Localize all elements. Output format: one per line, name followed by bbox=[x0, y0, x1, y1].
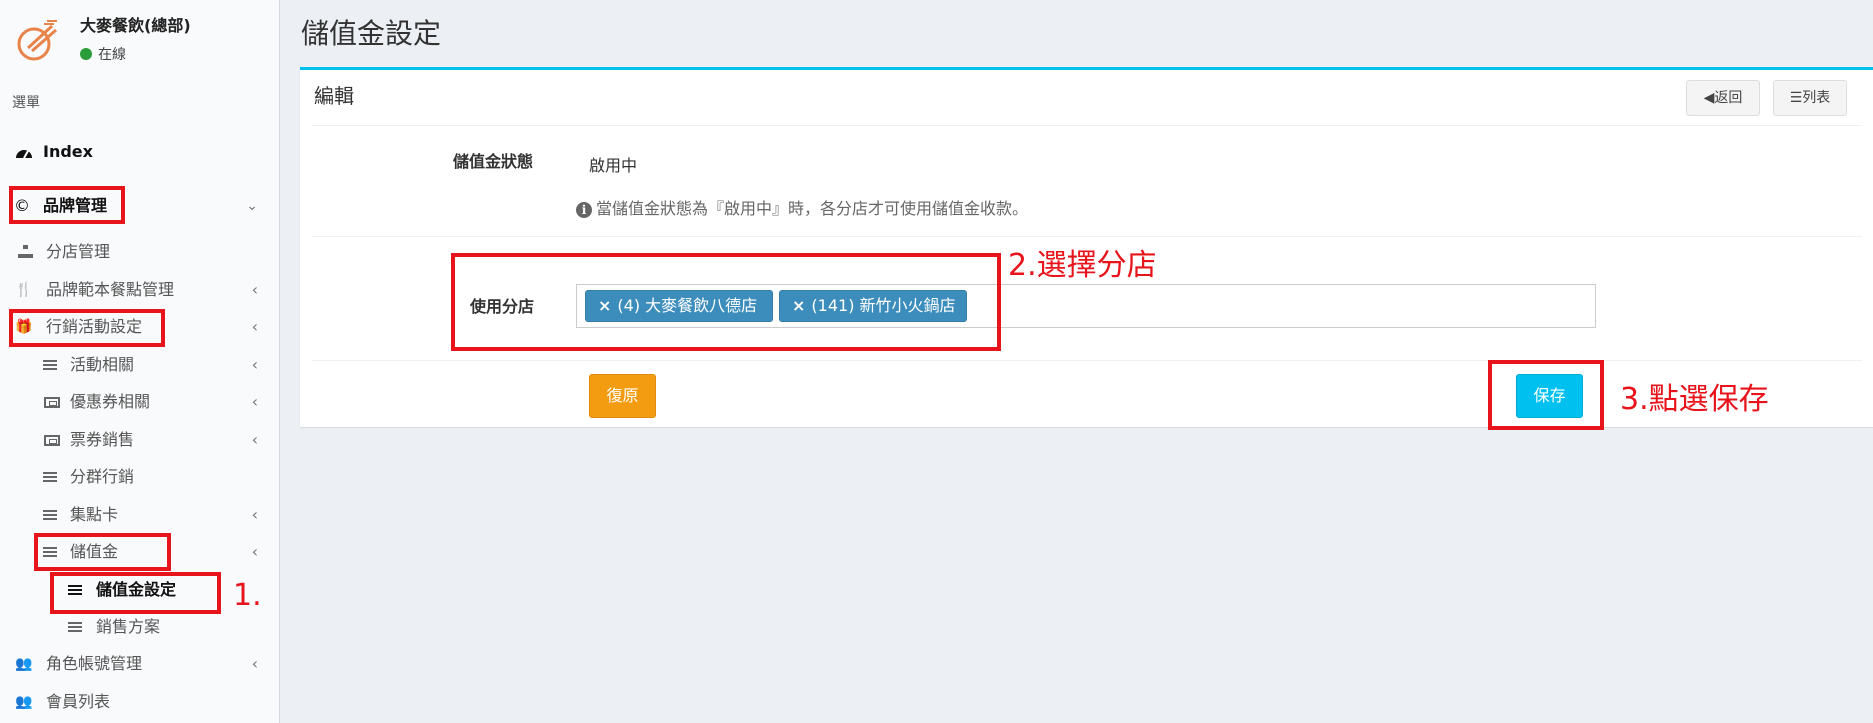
stores-label: 使用分店 bbox=[470, 297, 535, 316]
online-status-label: 在線 bbox=[98, 47, 126, 63]
sidebar-item-index[interactable]: Index bbox=[0, 134, 280, 170]
chevron-left-icon: ‹ bbox=[251, 280, 258, 299]
sidebar-item-segment[interactable]: 分群行銷 bbox=[0, 459, 280, 495]
copyright-icon: © bbox=[14, 196, 30, 215]
sidebar-item-label: 集點卡 bbox=[70, 505, 119, 524]
chevron-left-icon: ‹ bbox=[251, 542, 258, 561]
divider bbox=[312, 125, 1862, 126]
bars-icon bbox=[40, 347, 60, 383]
sidebar-item-store-management[interactable]: 分店管理 bbox=[0, 234, 280, 270]
status-help-text: 當儲值金狀態為『啟用中』時，各分店才可使用儲值金收款。 bbox=[596, 199, 1029, 218]
dashboard-icon bbox=[14, 134, 34, 170]
chevron-left-icon: ‹ bbox=[251, 654, 258, 673]
sidebar-item-label: Index bbox=[43, 142, 93, 161]
users-icon: 👥 bbox=[15, 694, 33, 710]
menu-header: 選單 bbox=[12, 95, 40, 111]
chevron-left-icon: ‹ bbox=[251, 317, 258, 336]
sidebar-item-stored-value[interactable]: 儲值金 ‹ bbox=[0, 534, 280, 570]
divider bbox=[312, 236, 1862, 237]
list-icon: ☰ bbox=[1789, 90, 1803, 106]
sidebar-item-activity[interactable]: 活動相關 ‹ bbox=[0, 347, 280, 383]
cutlery-icon: 🍴 bbox=[15, 282, 33, 298]
annotation-step1: 1. bbox=[233, 578, 262, 613]
info-icon: i bbox=[576, 202, 592, 218]
sidebar-item-roles[interactable]: 👥 角色帳號管理 ‹ bbox=[0, 646, 280, 682]
sidebar-item-stamp-card[interactable]: 集點卡 ‹ bbox=[0, 497, 280, 533]
sidebar-item-label: 角色帳號管理 bbox=[46, 654, 143, 673]
page-title: 儲值金設定 bbox=[301, 17, 442, 50]
sitemap-icon bbox=[16, 234, 36, 270]
status-help: i 當儲值金狀態為『啟用中』時，各分店才可使用儲值金收款。 bbox=[576, 195, 1028, 219]
annotation-step2: 2.選擇分店 bbox=[1008, 248, 1157, 283]
brand-logo-icon bbox=[17, 20, 57, 61]
sidebar-item-label: 儲值金設定 bbox=[96, 580, 177, 599]
sidebar-item-menu-template[interactable]: 🍴 品牌範本餐點管理 ‹ bbox=[0, 272, 280, 308]
chevron-left-icon: ‹ bbox=[251, 505, 258, 524]
stores-multiselect[interactable]: × (4) 大麥餐飲八德店 × (141) 新竹小火鍋店 bbox=[576, 284, 1596, 328]
sidebar-item-label: 行銷活動設定 bbox=[46, 317, 143, 336]
sidebar-item-label: 分群行銷 bbox=[70, 467, 135, 486]
sidebar-item-label: 品牌範本餐點管理 bbox=[46, 280, 175, 299]
remove-icon[interactable]: × bbox=[792, 296, 805, 315]
save-button[interactable]: 保存 bbox=[1516, 374, 1583, 418]
sidebar-item-label: 銷售方案 bbox=[96, 617, 161, 636]
chevron-left-icon: ‹ bbox=[251, 392, 258, 411]
remove-icon[interactable]: × bbox=[598, 296, 611, 315]
store-tag-label: (4) 大麥餐飲八德店 bbox=[617, 296, 758, 315]
bars-icon bbox=[65, 572, 85, 608]
online-dot-icon bbox=[80, 48, 92, 60]
bars-icon bbox=[40, 534, 60, 570]
sidebar-item-label: 優惠券相關 bbox=[70, 392, 151, 411]
chevron-left-icon: ‹ bbox=[251, 430, 258, 449]
sidebar-item-coupon[interactable]: 優惠券相關 ‹ bbox=[0, 384, 280, 420]
chevron-left-icon: ‹ bbox=[251, 355, 258, 374]
back-button-label: 返回 bbox=[1714, 90, 1743, 106]
sidebar-item-members[interactable]: 👥 會員列表 bbox=[0, 684, 280, 720]
annotation-step3: 3.點選保存 bbox=[1620, 382, 1769, 417]
store-tag-label: (141) 新竹小火鍋店 bbox=[811, 296, 956, 315]
gift-icon: 🎁 bbox=[15, 319, 33, 335]
sidebar-item-ticket-sales[interactable]: 票券銷售 ‹ bbox=[0, 422, 280, 458]
brand-name: 大麥餐飲(總部) bbox=[80, 16, 191, 35]
sidebar-item-label: 品牌管理 bbox=[43, 196, 108, 215]
bars-icon bbox=[40, 497, 60, 533]
ticket-icon bbox=[42, 422, 62, 458]
sidebar-item-sales-plan[interactable]: 銷售方案 bbox=[0, 609, 280, 645]
chevron-down-icon: ⌄ bbox=[246, 198, 258, 214]
bars-icon bbox=[65, 609, 85, 645]
store-tag[interactable]: × (4) 大麥餐飲八德店 bbox=[585, 290, 773, 322]
sidebar-item-marketing[interactable]: 🎁 行銷活動設定 ‹ bbox=[0, 309, 280, 345]
sidebar-item-brand-management[interactable]: © 品牌管理 ⌄ bbox=[0, 188, 280, 224]
sidebar-item-label: 會員列表 bbox=[46, 692, 111, 711]
status-label: 儲值金狀態 bbox=[453, 152, 534, 171]
divider bbox=[312, 360, 1862, 361]
back-button[interactable]: ◀返回 bbox=[1686, 80, 1760, 116]
sidebar-item-label: 儲值金 bbox=[70, 542, 119, 561]
panel-title: 編輯 bbox=[314, 84, 354, 108]
brand-panel: 大麥餐飲(總部) 在線 bbox=[12, 12, 272, 68]
ticket-icon bbox=[42, 384, 62, 420]
users-icon: 👥 bbox=[15, 656, 33, 672]
store-tag[interactable]: × (141) 新竹小火鍋店 bbox=[779, 290, 967, 322]
sidebar-item-label: 活動相關 bbox=[70, 355, 135, 374]
sidebar-item-label: 分店管理 bbox=[46, 242, 111, 261]
sidebar-item-label: 票券銷售 bbox=[70, 430, 135, 449]
online-status: 在線 bbox=[80, 44, 126, 64]
status-value: 啟用中 bbox=[589, 156, 638, 175]
list-button[interactable]: ☰列表 bbox=[1773, 80, 1847, 116]
list-button-label: 列表 bbox=[1802, 90, 1831, 106]
restore-button[interactable]: 復原 bbox=[589, 374, 656, 418]
bars-icon bbox=[40, 459, 60, 495]
arrow-left-icon: ◀ bbox=[1703, 90, 1715, 106]
sidebar: 大麥餐飲(總部) 在線 選單 Index © 品牌管理 ⌄ 分店管理 🍴 品牌範… bbox=[0, 0, 280, 723]
